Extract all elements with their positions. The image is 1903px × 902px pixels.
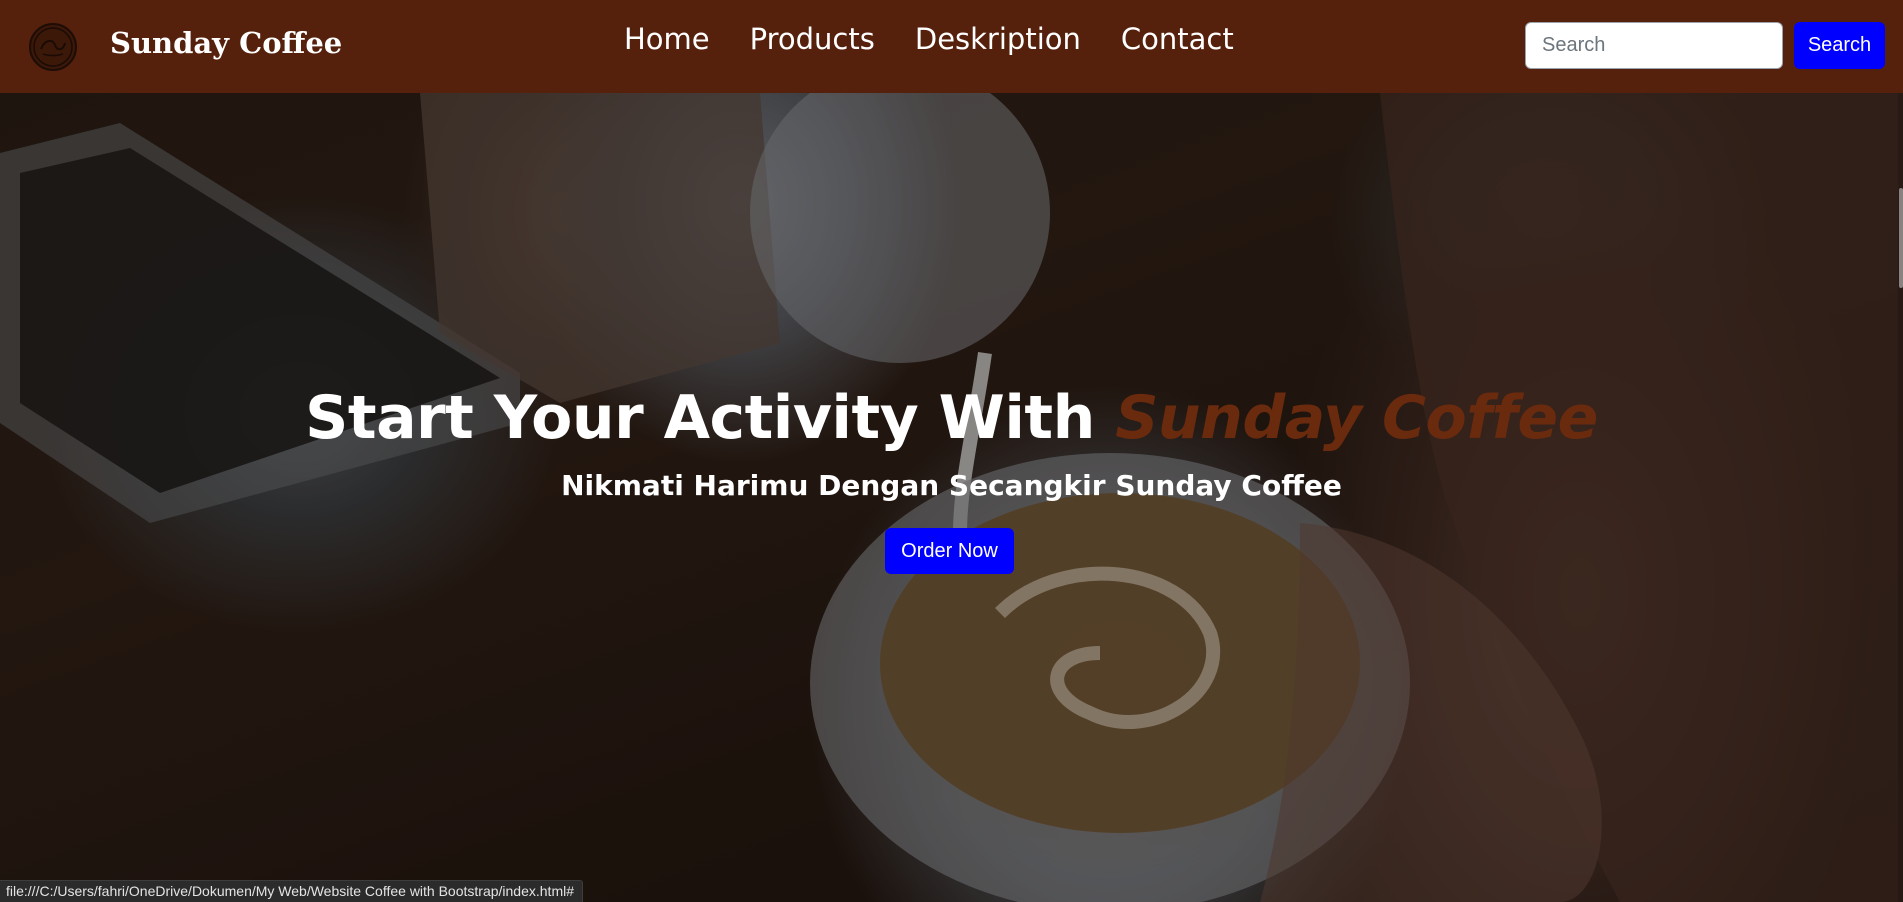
order-now-button[interactable]: Order Now xyxy=(885,528,1014,574)
scrollbar-thumb[interactable] xyxy=(1899,188,1903,288)
nav-links: Home Products Deskription Contact xyxy=(624,22,1234,56)
hero-title: Start Your Activity With Sunday Coffee xyxy=(0,383,1903,453)
brand-name[interactable]: Sunday Coffee xyxy=(110,26,342,60)
scrollbar[interactable] xyxy=(1898,93,1903,902)
nav-link-deskription[interactable]: Deskription xyxy=(915,22,1081,56)
coffee-logo-icon[interactable] xyxy=(29,23,77,71)
nav-link-products[interactable]: Products xyxy=(750,22,875,56)
hero-title-accent: Sunday Coffee xyxy=(1115,383,1598,453)
hero-section: Start Your Activity With Sunday Coffee N… xyxy=(0,93,1903,902)
navbar: Sunday Coffee Home Products Deskription … xyxy=(0,0,1903,93)
hero-subtitle: Nikmati Harimu Dengan Secangkir Sunday C… xyxy=(561,469,1342,502)
nav-link-home[interactable]: Home xyxy=(624,22,710,56)
coffee-logo-graphic xyxy=(33,27,73,67)
hero-title-main: Start Your Activity With xyxy=(305,383,1095,453)
search-button[interactable]: Search xyxy=(1794,22,1885,69)
nav-link-contact[interactable]: Contact xyxy=(1121,22,1234,56)
status-bar-url: file:///C:/Users/fahri/OneDrive/Dokumen/… xyxy=(0,880,584,902)
search-input[interactable] xyxy=(1525,22,1783,69)
